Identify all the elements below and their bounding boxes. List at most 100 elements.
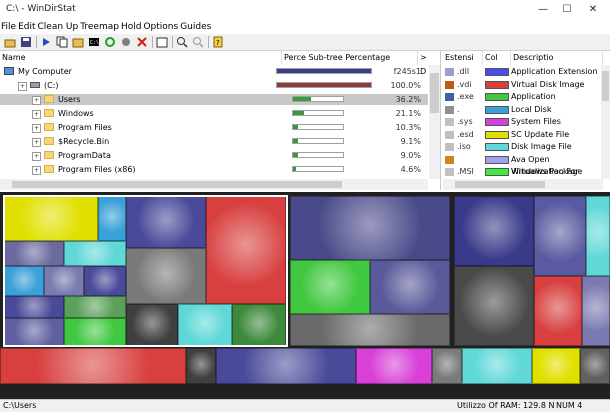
extension-row[interactable]: .exe Application bbox=[443, 91, 603, 103]
tree-vertical-scrollbar[interactable] bbox=[429, 65, 440, 179]
help-icon[interactable]: ? bbox=[212, 36, 224, 48]
tree-row[interactable]: + Program Files 10.3% bbox=[0, 122, 428, 133]
menu-treemap[interactable]: Treemap bbox=[79, 20, 120, 34]
extension-row[interactable]: .vdi Virtual Disk Image bbox=[443, 79, 603, 91]
treemap-cell[interactable] bbox=[432, 348, 462, 384]
expand-toggle[interactable]: + bbox=[18, 82, 27, 91]
extension-description: System Files bbox=[511, 117, 561, 126]
extension-row[interactable]: Ava Open Virtualization For bbox=[443, 154, 603, 176]
extension-name: . bbox=[457, 104, 460, 114]
name-column-header[interactable]: Name bbox=[0, 51, 282, 65]
tree-row[interactable]: + Program Files (x86) 4.6% bbox=[0, 164, 428, 175]
save-icon[interactable] bbox=[20, 36, 32, 48]
extension-row[interactable]: .MSI Windows Package bbox=[443, 166, 603, 178]
treemap-cell[interactable] bbox=[356, 348, 432, 384]
extension-color-swatch bbox=[485, 80, 509, 89]
treemap[interactable] bbox=[0, 192, 610, 399]
menu-hold[interactable]: Hold bbox=[120, 20, 143, 34]
percentage-value: 4.6% bbox=[400, 165, 421, 174]
extension-row[interactable]: .sys System Files bbox=[443, 116, 603, 128]
description-column-header[interactable]: Descriptio bbox=[511, 51, 603, 65]
treemap-cell[interactable] bbox=[186, 348, 216, 384]
copy-icon[interactable] bbox=[56, 36, 68, 48]
treemap-cell[interactable] bbox=[0, 348, 186, 384]
color-column-header[interactable]: Col bbox=[483, 51, 511, 65]
expand-toggle[interactable]: + bbox=[32, 152, 41, 161]
menu-edit[interactable]: Edit bbox=[17, 20, 36, 34]
extension-list[interactable]: Estensi Col Descriptio .dll Application E… bbox=[443, 51, 610, 190]
treemap-cell[interactable] bbox=[290, 314, 450, 346]
tree-row[interactable]: + ProgramData 9.0% bbox=[0, 150, 428, 161]
treemap-cell[interactable] bbox=[582, 276, 610, 346]
extension-horizontal-scrollbar[interactable] bbox=[443, 179, 603, 190]
extension-vertical-scrollbar[interactable] bbox=[601, 65, 610, 179]
tree-row[interactable]: My Computer f245s1 bbox=[0, 66, 428, 77]
treemap-cell[interactable] bbox=[462, 348, 532, 384]
treemap-cell[interactable] bbox=[586, 196, 610, 276]
zoom-out-icon[interactable] bbox=[192, 36, 204, 48]
tree-row-name: Program Files bbox=[58, 123, 112, 132]
extension-row[interactable]: .esd SC Update File bbox=[443, 129, 603, 141]
minimize-button[interactable]: — bbox=[532, 0, 554, 20]
toolbar: C:\ ? bbox=[0, 34, 610, 51]
status-bar: C:\Users Utilizzo Of RAM: 129.8 N NUM 4 bbox=[0, 399, 610, 412]
directory-tree[interactable]: Name Perce Sub-tree Percentage > D My Co… bbox=[0, 51, 441, 190]
maximize-button[interactable]: ☐ bbox=[556, 0, 578, 20]
tree-row-name: My Computer bbox=[18, 67, 72, 76]
treemap-cell[interactable] bbox=[290, 260, 370, 314]
open-icon[interactable] bbox=[4, 36, 16, 48]
explorer-icon[interactable] bbox=[72, 36, 84, 48]
expand-toggle[interactable]: + bbox=[32, 124, 41, 133]
percentage-value: 9.0% bbox=[400, 151, 421, 160]
treemap-cell[interactable] bbox=[370, 260, 450, 314]
tree-row[interactable]: + Users 36.2% bbox=[0, 94, 428, 105]
file-type-icon bbox=[445, 168, 454, 176]
menu-cleanup[interactable]: Clean Up bbox=[37, 20, 80, 34]
extension-row[interactable]: . Local Disk bbox=[443, 104, 603, 116]
extension-description: Application bbox=[511, 92, 556, 101]
extension-column-header[interactable]: Estensi bbox=[443, 51, 483, 65]
zoom-in-icon[interactable] bbox=[176, 36, 188, 48]
extension-row[interactable]: .dll Application Extension bbox=[443, 66, 603, 78]
treemap-cell[interactable] bbox=[534, 276, 582, 346]
treemap-cell[interactable] bbox=[454, 196, 534, 266]
extension-row[interactable]: .iso Disk Image File bbox=[443, 141, 603, 153]
treemap-cell[interactable] bbox=[580, 348, 610, 384]
menu-file[interactable]: File bbox=[0, 20, 17, 34]
tree-horizontal-scrollbar[interactable] bbox=[0, 179, 428, 190]
tree-row-name: ProgramData bbox=[58, 151, 111, 160]
subtree-percentage-bar bbox=[292, 124, 344, 130]
expand-toggle[interactable]: + bbox=[32, 96, 41, 105]
computer-icon bbox=[4, 67, 14, 75]
extension-color-swatch bbox=[485, 155, 509, 164]
properties-icon[interactable] bbox=[120, 36, 132, 48]
menu-guides[interactable]: Guides bbox=[179, 20, 212, 34]
extension-color-swatch bbox=[485, 168, 509, 176]
treemap-cell[interactable] bbox=[454, 266, 534, 346]
menu-options[interactable]: Options bbox=[142, 20, 179, 34]
status-path: C:\Users bbox=[3, 401, 37, 410]
tree-row[interactable]: + $Recycle.Bin 9.1% bbox=[0, 136, 428, 147]
treemap-cell[interactable] bbox=[290, 196, 450, 260]
extra-column-header[interactable]: > D bbox=[418, 51, 430, 76]
file-type-icon bbox=[445, 143, 454, 151]
cmd-icon[interactable]: C:\ bbox=[88, 36, 100, 48]
treemap-cell[interactable] bbox=[532, 348, 580, 384]
tree-row[interactable]: + (C:) 100.0% bbox=[0, 80, 428, 91]
expand-toggle[interactable]: + bbox=[32, 138, 41, 147]
percentage-column-header[interactable]: Perce Sub-tree Percentage bbox=[282, 51, 418, 65]
play-icon[interactable] bbox=[40, 36, 52, 48]
tree-row[interactable]: + Windows 21.1% bbox=[0, 108, 428, 119]
new-folder-icon[interactable] bbox=[156, 36, 168, 48]
drive-icon bbox=[30, 82, 40, 88]
expand-toggle[interactable]: + bbox=[32, 166, 41, 175]
subtree-percentage-bar bbox=[292, 138, 344, 144]
treemap-cell[interactable] bbox=[216, 348, 356, 384]
extension-name: .MSI bbox=[457, 167, 474, 176]
file-type-icon bbox=[445, 155, 454, 164]
refresh-icon[interactable] bbox=[104, 36, 116, 48]
close-button[interactable]: ✕ bbox=[582, 0, 604, 20]
treemap-cell[interactable] bbox=[534, 196, 586, 276]
expand-toggle[interactable]: + bbox=[32, 110, 41, 119]
delete-icon[interactable] bbox=[136, 36, 148, 48]
